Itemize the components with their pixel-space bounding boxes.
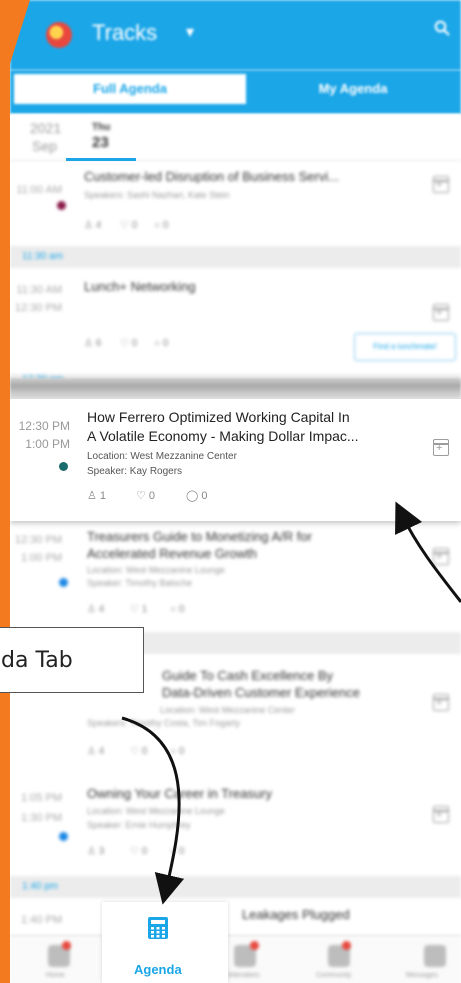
track-dot — [59, 462, 68, 471]
session-speaker: Speaker: Ernie Humphrey — [87, 820, 191, 830]
session-time-end: 12:30 PM — [14, 302, 62, 314]
date-weekday[interactable]: Thu — [92, 122, 110, 133]
add-to-calendar-icon[interactable] — [433, 439, 449, 456]
date-day[interactable]: 23 — [92, 134, 109, 151]
app-title[interactable]: Tracks — [92, 20, 157, 46]
session-title-line2: Accelerated Revenue Growth — [87, 546, 257, 561]
divider — [10, 378, 461, 398]
session-title: Treasurers Guide to Monetizing A/R for — [87, 529, 312, 544]
chevron-down-icon[interactable]: ▾ — [186, 22, 194, 42]
notification-badge — [250, 941, 259, 950]
search-icon[interactable] — [434, 20, 450, 36]
session-speakers: Speakers: Sashi Nazhari, Kate Stein — [84, 190, 230, 200]
frame-corner — [0, 0, 30, 70]
attendee-count: ♙ 4 — [84, 220, 102, 231]
add-to-calendar-icon[interactable] — [433, 694, 449, 711]
track-dot — [59, 578, 68, 587]
like-count: ♡ 0 — [136, 490, 156, 502]
comment-count: ○ 0 — [170, 604, 185, 615]
like-count: ♡ 0 — [130, 746, 148, 757]
session-card-highlighted[interactable]: 12:30 PM 1:00 PM How Ferrero Optimized W… — [10, 398, 461, 521]
session-location: Location: West Mezzanine Center — [87, 451, 237, 462]
nav-label-messages: Messages — [406, 972, 438, 979]
like-count: ♡ 0 — [120, 338, 138, 349]
track-dot — [57, 201, 66, 210]
session-location: Location: West Mezzanine Center — [160, 705, 295, 715]
session-time-start: 1:40 PM — [21, 914, 62, 926]
session-title: How Ferrero Optimized Working Capital In — [87, 409, 350, 425]
track-dot — [59, 832, 68, 841]
attendee-count: ♙ 6 — [84, 338, 102, 349]
add-to-calendar-icon[interactable] — [433, 548, 449, 565]
comment-count: ◯ 0 — [186, 490, 208, 502]
session-time-start: 12:30 PM — [14, 534, 62, 546]
notification-badge — [62, 941, 71, 950]
like-count: ♡ 1 — [130, 604, 148, 615]
selected-day-indicator — [66, 158, 136, 161]
attendee-count: ♙ 4 — [87, 604, 105, 615]
app-header: Tracks ▾ — [10, 0, 461, 70]
session-location: Location: West Mezzanine Lounge — [87, 806, 225, 816]
session-title-line2: Data-Driven Customer Experience — [162, 685, 360, 700]
session-speaker: Speaker: Timothy Batsche — [87, 578, 193, 588]
nav-label-agenda[interactable]: Agenda — [134, 962, 182, 977]
nav-label-home: Home — [46, 972, 65, 979]
find-lunchmate-button[interactable]: Find a lunchmate! — [354, 333, 456, 361]
add-to-calendar-icon[interactable] — [433, 806, 449, 823]
session-time-end: 1:00 PM — [21, 552, 62, 564]
session-title: Leakages Plugged — [242, 907, 350, 922]
session-title: Owning Your Career in Treasury — [87, 786, 272, 801]
like-count: ♡ 0 — [120, 220, 138, 231]
session-title: Lunch+ Networking — [84, 279, 196, 294]
date-month: Sep — [32, 138, 57, 154]
session-time-start: 1:05 PM — [21, 792, 62, 804]
attendee-count: ♙ 4 — [87, 746, 105, 757]
session-time-end: 1:30 PM — [21, 812, 62, 824]
session-title: Customer-led Disruption of Business Serv… — [84, 169, 340, 184]
phone-screen: Tracks ▾ Full Agenda My Agenda 2021 Sep … — [10, 0, 461, 983]
add-to-calendar-icon[interactable] — [433, 304, 449, 321]
date-bar — [10, 114, 461, 161]
comment-count: ○ 0 — [170, 746, 185, 757]
attendee-count: ♙ 3 — [87, 846, 105, 857]
session-title-line2: A Volatile Economy - Making Dollar Impac… — [87, 428, 359, 444]
comment-count: ○ 0 — [170, 846, 185, 857]
calculator-icon — [148, 917, 168, 939]
tab-full-agenda[interactable]: Full Agenda — [14, 74, 246, 104]
session-speaker: Speakers: Timothy Costa, Tim Fogarty — [87, 718, 241, 728]
messages-nav-icon[interactable] — [424, 945, 446, 967]
time-section-header: 1:40 pm — [10, 876, 461, 898]
app-logo-icon — [46, 22, 72, 48]
date-year: 2021 — [30, 120, 62, 136]
callout-label: da Tab — [0, 627, 144, 693]
nav-label-community: Community — [316, 972, 352, 979]
session-location: Location: West Mezzanine Lounge — [87, 565, 225, 575]
tab-my-agenda[interactable]: My Agenda — [250, 74, 456, 104]
time-section-header: 11:30 am — [10, 246, 461, 268]
session-time-start: 12:30 PM — [18, 419, 70, 433]
add-to-calendar-icon[interactable] — [433, 176, 449, 193]
session-time-start: 11:00 AM — [16, 184, 62, 196]
session-time-end: 1:00 PM — [25, 437, 70, 451]
comment-count: ○ 0 — [154, 338, 169, 349]
comment-count: ○ 0 — [154, 220, 169, 231]
session-speaker: Speaker: Kay Rogers — [87, 466, 183, 477]
session-time-start: 11:30 AM — [16, 284, 62, 296]
attendee-count: ♙ 1 — [87, 490, 107, 502]
session-title: Guide To Cash Excellence By — [162, 668, 334, 683]
notification-badge — [342, 941, 351, 950]
like-count: ♡ 0 — [130, 846, 148, 857]
nav-label-attendees: Attendees — [228, 972, 260, 979]
